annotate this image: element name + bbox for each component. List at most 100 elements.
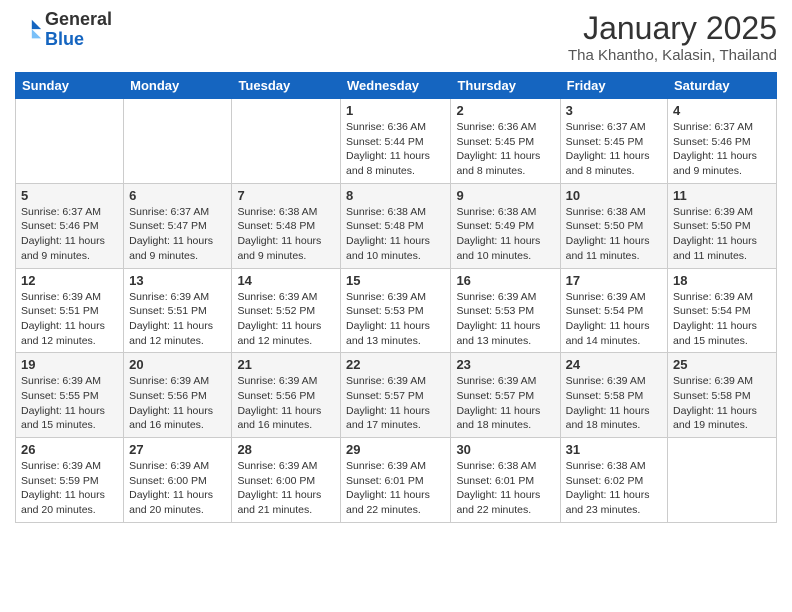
table-row: 18 Sunrise: 6:39 AM Sunset: 5:54 PM Dayli… [668, 268, 777, 353]
day-info: Sunrise: 6:37 AM Sunset: 5:45 PM Dayligh… [566, 120, 662, 179]
day-info: Sunrise: 6:36 AM Sunset: 5:44 PM Dayligh… [346, 120, 445, 179]
day-info: Sunrise: 6:39 AM Sunset: 6:01 PM Dayligh… [346, 459, 445, 518]
page: General Blue January 2025 Tha Khantho, K… [0, 0, 792, 612]
month-title: January 2025 [568, 10, 777, 47]
day-number: 9 [456, 188, 554, 203]
day-number: 23 [456, 357, 554, 372]
day-info: Sunrise: 6:39 AM Sunset: 5:54 PM Dayligh… [673, 290, 771, 349]
col-thursday: Thursday [451, 73, 560, 99]
day-number: 2 [456, 103, 554, 118]
day-number: 6 [129, 188, 226, 203]
table-row [124, 99, 232, 184]
day-info: Sunrise: 6:39 AM Sunset: 5:57 PM Dayligh… [346, 374, 445, 433]
day-info: Sunrise: 6:38 AM Sunset: 6:01 PM Dayligh… [456, 459, 554, 518]
table-row: 12Sunrise: 6:39 AM Sunset: 5:51 PM Dayli… [16, 268, 124, 353]
table-row: 9 Sunrise: 6:38 AM Sunset: 5:49 PM Daylig… [451, 183, 560, 268]
day-info: Sunrise: 6:36 AM Sunset: 5:45 PM Dayligh… [456, 120, 554, 179]
table-row: 17 Sunrise: 6:39 AM Sunset: 5:54 PM Dayli… [560, 268, 667, 353]
day-info: Sunrise: 6:38 AM Sunset: 6:02 PM Dayligh… [566, 459, 662, 518]
day-number: 29 [346, 442, 445, 457]
table-row: 19 Sunrise: 6:39 AM Sunset: 5:55 PM Dayli… [16, 353, 124, 438]
logo-blue: Blue [45, 29, 84, 49]
day-info: Sunrise: 6:39 AM Sunset: 5:58 PM Dayligh… [673, 374, 771, 433]
day-info: Sunrise: 6:39 AM Sunset: 6:00 PM Dayligh… [129, 459, 226, 518]
day-number: 26 [21, 442, 118, 457]
col-wednesday: Wednesday [341, 73, 451, 99]
table-row: 28 Sunrise: 6:39 AM Sunset: 6:00 PM Dayli… [232, 438, 341, 523]
table-row [16, 99, 124, 184]
day-number: 12 [21, 273, 118, 288]
table-row: 8 Sunrise: 6:38 AM Sunset: 5:48 PM Daylig… [341, 183, 451, 268]
col-tuesday: Tuesday [232, 73, 341, 99]
day-info: Sunrise: 6:39 AM Sunset: 5:58 PM Dayligh… [566, 374, 662, 433]
day-number: 22 [346, 357, 445, 372]
table-row: 22 Sunrise: 6:39 AM Sunset: 5:57 PM Dayli… [341, 353, 451, 438]
table-row: 16 Sunrise: 6:39 AM Sunset: 5:53 PM Dayli… [451, 268, 560, 353]
col-friday: Friday [560, 73, 667, 99]
day-number: 21 [237, 357, 335, 372]
day-info: Sunrise: 6:39 AM Sunset: 5:55 PM Dayligh… [21, 374, 118, 433]
day-number: 8 [346, 188, 445, 203]
day-number: 5 [21, 188, 118, 203]
table-row: 29 Sunrise: 6:39 AM Sunset: 6:01 PM Dayli… [341, 438, 451, 523]
table-row: 6 Sunrise: 6:37 AM Sunset: 5:47 PM Daylig… [124, 183, 232, 268]
table-row: 26 Sunrise: 6:39 AM Sunset: 5:59 PM Dayli… [16, 438, 124, 523]
table-row: 25 Sunrise: 6:39 AM Sunset: 5:58 PM Dayli… [668, 353, 777, 438]
day-info: Sunrise: 6:37 AM Sunset: 5:46 PM Dayligh… [673, 120, 771, 179]
table-row [232, 99, 341, 184]
day-number: 3 [566, 103, 662, 118]
logo-general: General [45, 9, 112, 29]
table-row [668, 438, 777, 523]
day-info: Sunrise: 6:39 AM Sunset: 5:56 PM Dayligh… [129, 374, 226, 433]
day-info: Sunrise: 6:39 AM Sunset: 5:59 PM Dayligh… [21, 459, 118, 518]
table-row: 7Sunrise: 6:38 AM Sunset: 5:48 PM Daylig… [232, 183, 341, 268]
day-number: 4 [673, 103, 771, 118]
table-row: 21Sunrise: 6:39 AM Sunset: 5:56 PM Dayli… [232, 353, 341, 438]
day-number: 11 [673, 188, 771, 203]
day-info: Sunrise: 6:38 AM Sunset: 5:50 PM Dayligh… [566, 205, 662, 264]
day-number: 14 [237, 273, 335, 288]
table-row: 27Sunrise: 6:39 AM Sunset: 6:00 PM Dayli… [124, 438, 232, 523]
table-row: 5 Sunrise: 6:37 AM Sunset: 5:46 PM Daylig… [16, 183, 124, 268]
day-number: 25 [673, 357, 771, 372]
title-block: January 2025 Tha Khantho, Kalasin, Thail… [568, 10, 777, 64]
day-info: Sunrise: 6:39 AM Sunset: 6:00 PM Dayligh… [237, 459, 335, 518]
day-info: Sunrise: 6:37 AM Sunset: 5:46 PM Dayligh… [21, 205, 118, 264]
day-info: Sunrise: 6:39 AM Sunset: 5:57 PM Dayligh… [456, 374, 554, 433]
day-info: Sunrise: 6:39 AM Sunset: 5:54 PM Dayligh… [566, 290, 662, 349]
day-number: 13 [129, 273, 226, 288]
day-number: 7 [237, 188, 335, 203]
table-row: 20 Sunrise: 6:39 AM Sunset: 5:56 PM Dayli… [124, 353, 232, 438]
day-number: 17 [566, 273, 662, 288]
day-number: 20 [129, 357, 226, 372]
table-row: 3 Sunrise: 6:37 AM Sunset: 5:45 PM Daylig… [560, 99, 667, 184]
day-number: 31 [566, 442, 662, 457]
day-number: 24 [566, 357, 662, 372]
day-info: Sunrise: 6:39 AM Sunset: 5:50 PM Dayligh… [673, 205, 771, 264]
day-number: 10 [566, 188, 662, 203]
day-number: 18 [673, 273, 771, 288]
day-info: Sunrise: 6:37 AM Sunset: 5:47 PM Dayligh… [129, 205, 226, 264]
day-number: 15 [346, 273, 445, 288]
day-number: 30 [456, 442, 554, 457]
location-title: Tha Khantho, Kalasin, Thailand [568, 47, 777, 64]
col-monday: Monday [124, 73, 232, 99]
header-row: Sunday Monday Tuesday Wednesday Thursday… [16, 73, 777, 99]
day-info: Sunrise: 6:38 AM Sunset: 5:49 PM Dayligh… [456, 205, 554, 264]
header: General Blue January 2025 Tha Khantho, K… [15, 10, 777, 64]
day-info: Sunrise: 6:38 AM Sunset: 5:48 PM Dayligh… [346, 205, 445, 264]
table-row: 30 Sunrise: 6:38 AM Sunset: 6:01 PM Dayli… [451, 438, 560, 523]
day-info: Sunrise: 6:39 AM Sunset: 5:53 PM Dayligh… [456, 290, 554, 349]
day-number: 19 [21, 357, 118, 372]
day-number: 1 [346, 103, 445, 118]
table-row: 10 Sunrise: 6:38 AM Sunset: 5:50 PM Dayli… [560, 183, 667, 268]
calendar-week-4: 19 Sunrise: 6:39 AM Sunset: 5:55 PM Dayli… [16, 353, 777, 438]
logo-text: General Blue [45, 10, 112, 50]
day-info: Sunrise: 6:39 AM Sunset: 5:53 PM Dayligh… [346, 290, 445, 349]
col-sunday: Sunday [16, 73, 124, 99]
day-number: 28 [237, 442, 335, 457]
logo-icon [15, 16, 43, 44]
day-number: 16 [456, 273, 554, 288]
table-row: 11 Sunrise: 6:39 AM Sunset: 5:50 PM Dayli… [668, 183, 777, 268]
table-row: 4 Sunrise: 6:37 AM Sunset: 5:46 PM Daylig… [668, 99, 777, 184]
